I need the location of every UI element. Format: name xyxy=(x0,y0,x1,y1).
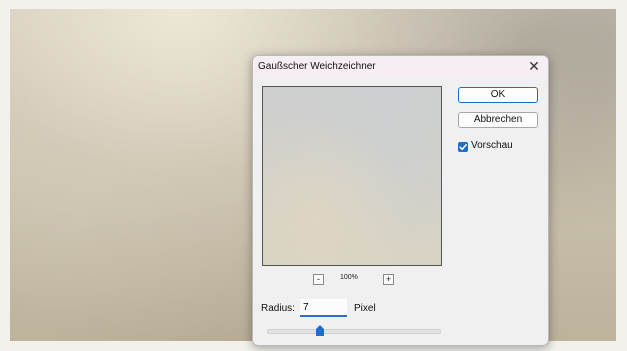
preview-checkbox-label[interactable]: Vorschau xyxy=(471,140,513,151)
zoom-out-button[interactable]: - xyxy=(313,274,324,285)
dialog-titlebar[interactable]: Gaußscher Weichzeichner ✕ xyxy=(253,56,548,78)
ok-button[interactable]: OK xyxy=(458,87,538,103)
radius-label: Radius: xyxy=(261,303,295,314)
zoom-in-button[interactable]: + xyxy=(383,274,394,285)
gaussian-blur-dialog: Gaußscher Weichzeichner ✕ - 100% + OK Ab… xyxy=(252,55,549,346)
radius-unit-label: Pixel xyxy=(354,303,376,314)
checkmark-icon xyxy=(459,144,467,151)
radius-slider-thumb[interactable] xyxy=(316,323,325,336)
slider-thumb-icon xyxy=(316,325,325,336)
dialog-title: Gaußscher Weichzeichner xyxy=(258,61,376,72)
cancel-button[interactable]: Abbrechen xyxy=(458,112,538,128)
radius-slider-track[interactable] xyxy=(267,329,441,334)
preview-image[interactable] xyxy=(262,86,442,266)
radius-input[interactable] xyxy=(300,299,347,317)
preview-checkbox[interactable] xyxy=(458,142,468,152)
zoom-level: 100% xyxy=(340,274,358,281)
close-icon[interactable]: ✕ xyxy=(526,58,542,74)
